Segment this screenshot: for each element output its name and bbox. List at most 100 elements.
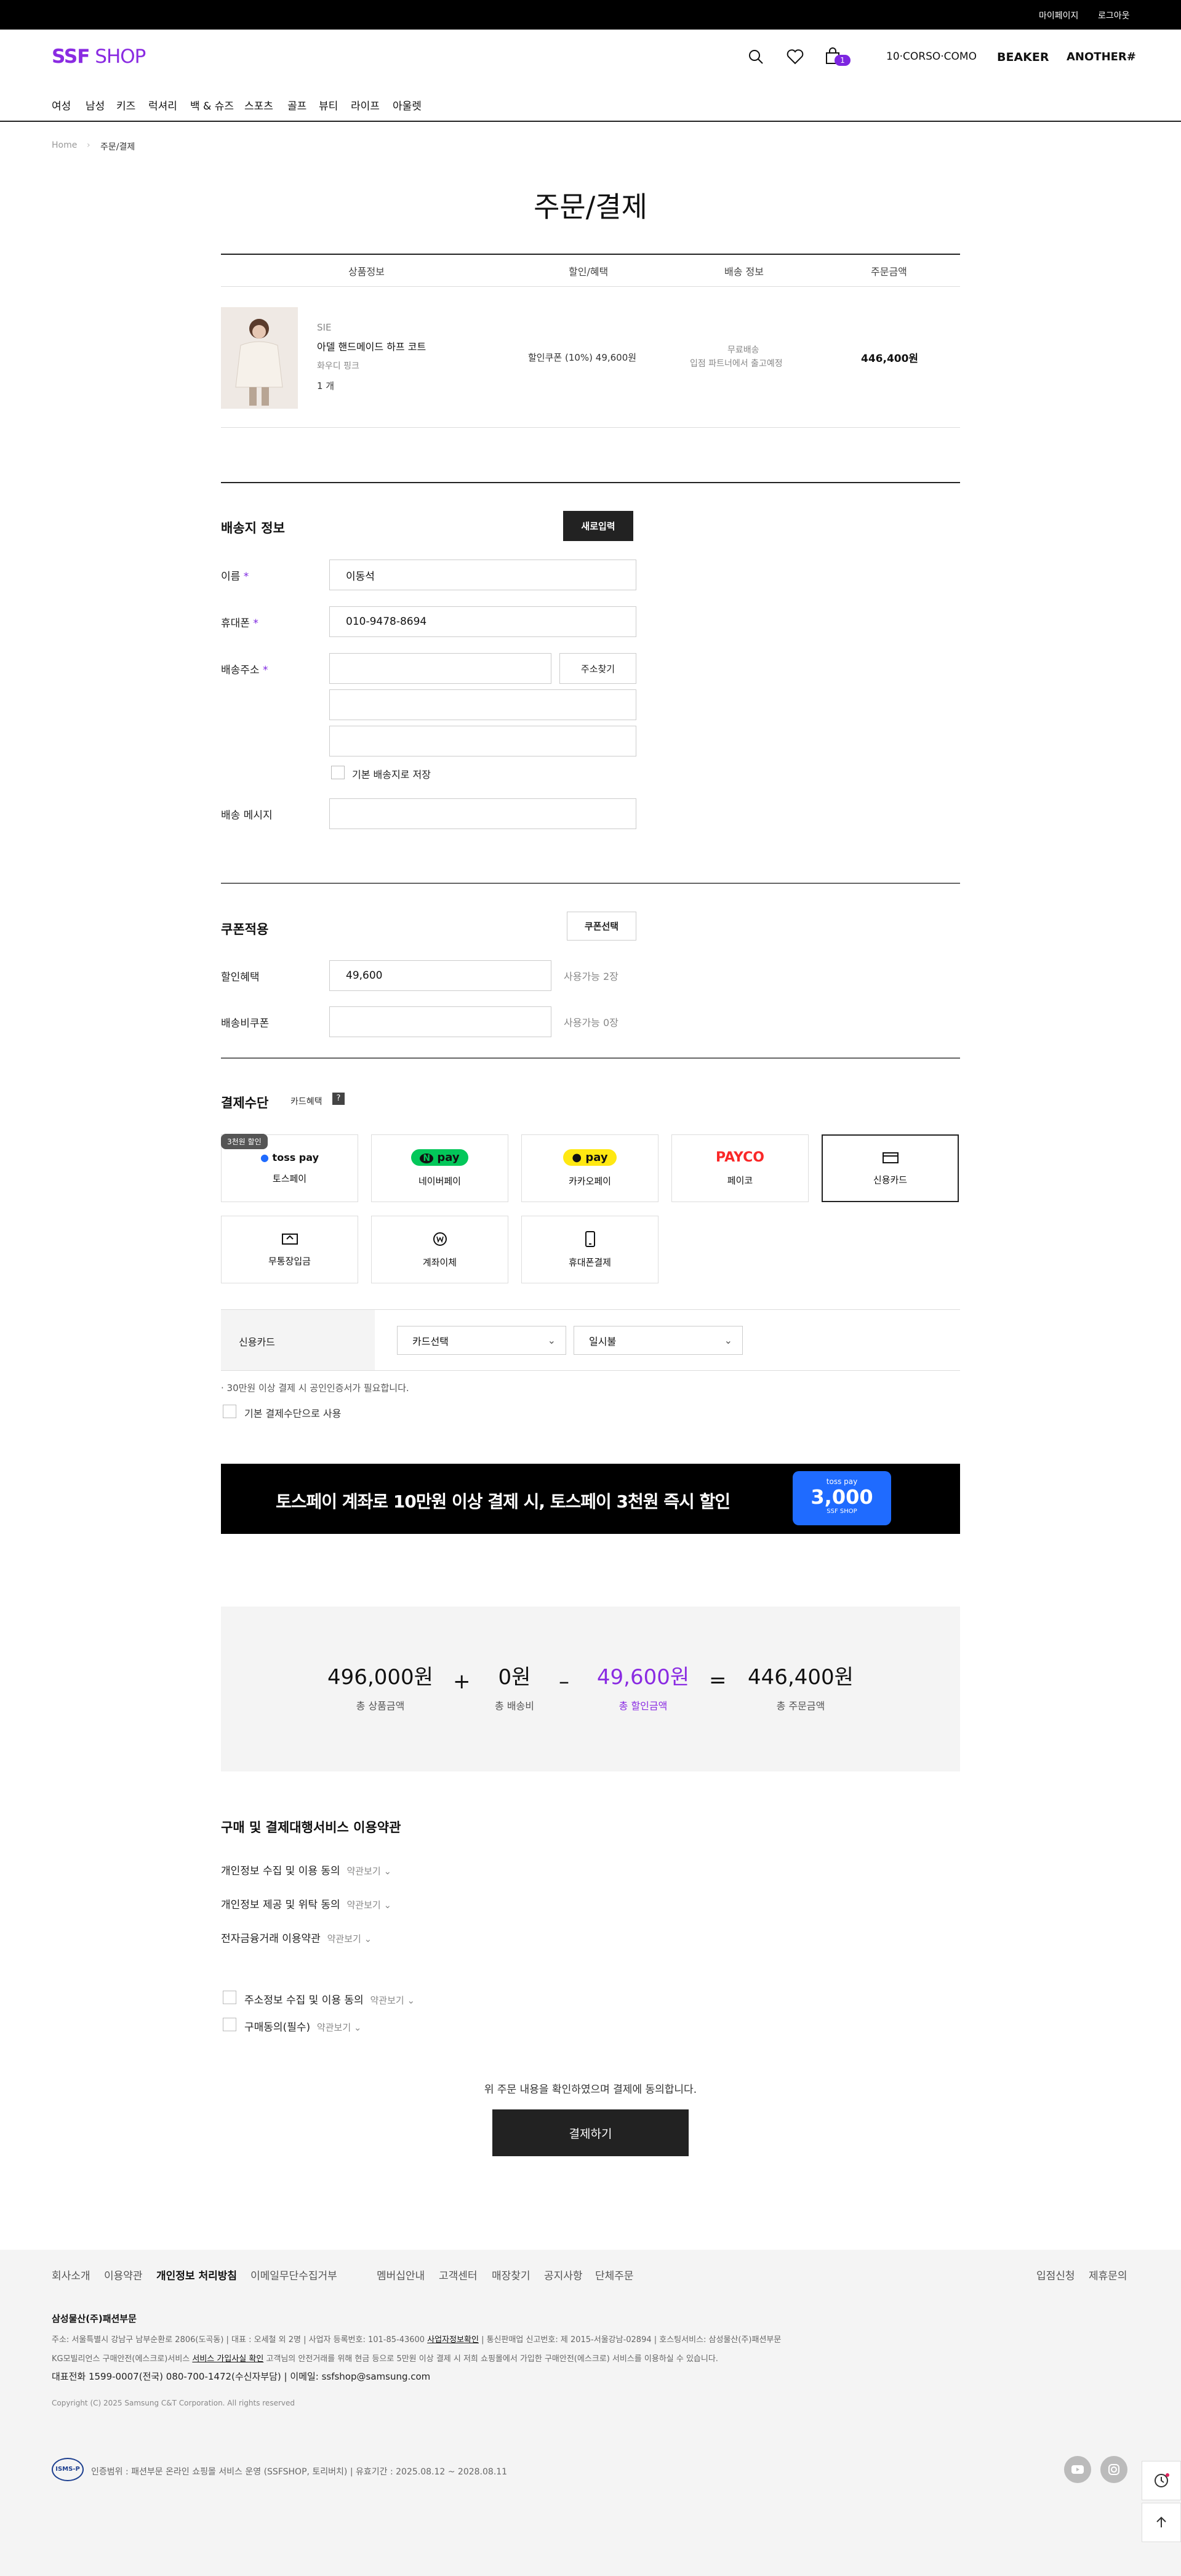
zipcode-field[interactable] bbox=[329, 653, 551, 684]
bank-deposit-icon bbox=[281, 1233, 298, 1245]
default-payment-checkbox[interactable] bbox=[223, 1405, 236, 1418]
brand-corso-como[interactable]: 10·CORSO·COMO bbox=[886, 50, 977, 63]
mypage-link[interactable]: 마이페이지 bbox=[1039, 9, 1078, 22]
naverpay-label: 네이버페이 bbox=[418, 1176, 461, 1187]
gnb-golf[interactable]: 골프 bbox=[287, 97, 306, 113]
banner-card-amount: 3,000 bbox=[811, 1485, 873, 1509]
business-info-link[interactable]: 사업자정보확인 bbox=[427, 2335, 479, 2345]
pay-method-bank-deposit[interactable]: 무통장입금 bbox=[221, 1216, 358, 1283]
footer-company-info: 주소: 서울특별시 강남구 남부순환로 2806(도곡동) | 대표 : 오세철… bbox=[52, 2335, 782, 2345]
pay-method-mobile[interactable]: 휴대폰결제 bbox=[521, 1216, 659, 1283]
pay-method-kakaopay[interactable]: ● pay 카카오페이 bbox=[521, 1134, 659, 1202]
youtube-icon[interactable] bbox=[1064, 2456, 1091, 2483]
cart-count-badge: 1 bbox=[835, 55, 851, 66]
address-line1-field[interactable] bbox=[329, 689, 636, 720]
card-benefit-help-icon[interactable]: ? bbox=[332, 1093, 345, 1105]
search-icon[interactable] bbox=[747, 48, 764, 65]
footer-about[interactable]: 회사소개 bbox=[52, 2267, 90, 2282]
card-benefit-link[interactable]: 카드혜택 bbox=[290, 1095, 322, 1107]
product-option: 화우디 핑크 bbox=[317, 361, 359, 371]
discount-benefit-label: 할인혜택 bbox=[221, 971, 260, 984]
payco-logo: PAYCO bbox=[715, 1150, 765, 1165]
footer-partnership[interactable]: 제휴문의 bbox=[1089, 2267, 1127, 2282]
footer-membership[interactable]: 멤버십안내 bbox=[377, 2267, 425, 2282]
address-line2-field[interactable] bbox=[329, 726, 636, 756]
view-terms-link[interactable]: 약관보기 ⌄ bbox=[370, 1995, 415, 2006]
product-brand: SIE bbox=[317, 322, 332, 333]
coupon-section-divider bbox=[221, 883, 960, 884]
gnb-bags-shoes[interactable]: 백 & 슈즈 bbox=[190, 97, 234, 113]
footer-store-finder[interactable]: 매장찾기 bbox=[492, 2267, 530, 2282]
pay-button[interactable]: 결제하기 bbox=[492, 2109, 689, 2156]
purchase-consent-checkbox[interactable] bbox=[223, 2018, 236, 2031]
footer-privacy[interactable]: 개인정보 처리방침 bbox=[156, 2267, 237, 2282]
escrow-verify-link[interactable]: 서비스 가입사실 확인 bbox=[192, 2354, 263, 2364]
footer-vendor-apply[interactable]: 입점신청 bbox=[1036, 2267, 1075, 2282]
credit-card-icon bbox=[882, 1152, 899, 1163]
address-search-button[interactable]: 주소찾기 bbox=[559, 653, 636, 684]
col-discount: 할인/혜택 bbox=[569, 266, 609, 278]
footer-company-name: 삼성물산(주)패션부문 bbox=[52, 2313, 137, 2324]
name-label: 이름 * bbox=[221, 571, 249, 583]
payment-section-divider bbox=[221, 1057, 960, 1059]
footer-terms[interactable]: 이용약관 bbox=[104, 2267, 143, 2282]
discount-coupon-available: 사용가능 2장 bbox=[564, 971, 619, 982]
card-company-select[interactable]: 카드선택 ⌄ bbox=[397, 1326, 566, 1355]
payco-label: 페이코 bbox=[727, 1175, 753, 1186]
name-field[interactable]: 이동석 bbox=[329, 560, 636, 590]
breadcrumb-current: 주문/결제 bbox=[100, 142, 135, 152]
default-payment-label: 기본 결제수단으로 사용 bbox=[244, 1408, 342, 1419]
view-terms-link[interactable]: 약관보기 ⌄ bbox=[346, 1866, 391, 1877]
address-consent-checkbox[interactable] bbox=[223, 1991, 236, 2004]
installment-select[interactable]: 일시불 ⌄ bbox=[574, 1326, 743, 1355]
footer-notice[interactable]: 공지사항 bbox=[544, 2267, 583, 2282]
gnb-luxury[interactable]: 럭셔리 bbox=[148, 97, 177, 113]
pay-method-naverpay[interactable]: N pay 네이버페이 bbox=[371, 1134, 508, 1202]
account-transfer-icon bbox=[433, 1232, 447, 1246]
arrow-up-icon bbox=[1156, 2516, 1166, 2527]
breadcrumb-home[interactable]: Home bbox=[52, 140, 77, 150]
view-terms-link[interactable]: 약관보기 ⌄ bbox=[346, 1900, 391, 1911]
gnb-sports[interactable]: 스포츠 bbox=[244, 97, 273, 113]
bank-deposit-label: 무통장입금 bbox=[268, 1255, 311, 1267]
footer-group-order[interactable]: 단체주문 bbox=[595, 2267, 634, 2282]
scroll-top-button[interactable] bbox=[1142, 2503, 1181, 2542]
wishlist-heart-icon[interactable] bbox=[786, 48, 804, 65]
footer-customer-center[interactable]: 고객센터 bbox=[439, 2267, 478, 2282]
address-label: 배송주소 * bbox=[221, 664, 268, 676]
shipping-coupon-field[interactable] bbox=[329, 1006, 551, 1037]
brand-another[interactable]: ANOTHER# bbox=[1067, 50, 1136, 63]
isms-p-logo: ISMS-P bbox=[52, 2458, 84, 2481]
recent-history-button[interactable] bbox=[1142, 2461, 1181, 2500]
gnb-men[interactable]: 남성 bbox=[86, 97, 105, 113]
coupon-select-button[interactable]: 쿠폰선택 bbox=[567, 912, 636, 941]
delivery-message-field[interactable] bbox=[329, 798, 636, 829]
gnb-beauty[interactable]: 뷰티 bbox=[319, 97, 338, 113]
instagram-icon[interactable] bbox=[1100, 2456, 1127, 2483]
pay-method-payco[interactable]: PAYCO 페이코 bbox=[671, 1134, 809, 1202]
product-name[interactable]: 아델 핸드메이드 하프 코트 bbox=[317, 339, 426, 353]
pay-method-credit-card[interactable]: 신용카드 bbox=[822, 1134, 959, 1202]
view-terms-link[interactable]: 약관보기 ⌄ bbox=[317, 2022, 362, 2033]
view-terms-link[interactable]: 약관보기 ⌄ bbox=[327, 1933, 372, 1944]
gnb-life[interactable]: 라이프 bbox=[351, 97, 380, 113]
chevron-down-icon: ⌄ bbox=[547, 1334, 556, 1346]
terms-privacy-provide: 개인정보 제공 및 위탁 동의 약관보기 ⌄ bbox=[221, 1899, 392, 1911]
naverpay-logo: N pay bbox=[411, 1149, 468, 1166]
product-thumbnail[interactable] bbox=[221, 307, 298, 409]
gnb-women[interactable]: 여성 bbox=[52, 97, 71, 113]
phone-field[interactable]: 010-9478-8694 bbox=[329, 606, 636, 637]
col-shipping: 배송 정보 bbox=[724, 266, 764, 278]
new-address-button[interactable]: 새로입력 bbox=[563, 511, 633, 541]
default-address-checkbox[interactable] bbox=[331, 766, 345, 779]
default-address-label: 기본 배송지로 저장 bbox=[352, 769, 431, 780]
site-footer bbox=[0, 2250, 1181, 2576]
gnb-outlet[interactable]: 아울렛 bbox=[393, 97, 422, 113]
footer-email-refusal[interactable]: 이메일무단수집거부 bbox=[250, 2267, 337, 2282]
gnb-kids[interactable]: 키즈 bbox=[116, 97, 135, 113]
ssf-shop-logo[interactable]: SSF SHOP bbox=[52, 46, 146, 68]
logout-link[interactable]: 로그아웃 bbox=[1098, 9, 1130, 22]
pay-method-account-transfer[interactable]: 계좌이체 bbox=[371, 1216, 508, 1283]
brand-beaker[interactable]: BEAKER bbox=[997, 50, 1049, 64]
discount-coupon-field[interactable]: 49,600 bbox=[329, 960, 551, 991]
